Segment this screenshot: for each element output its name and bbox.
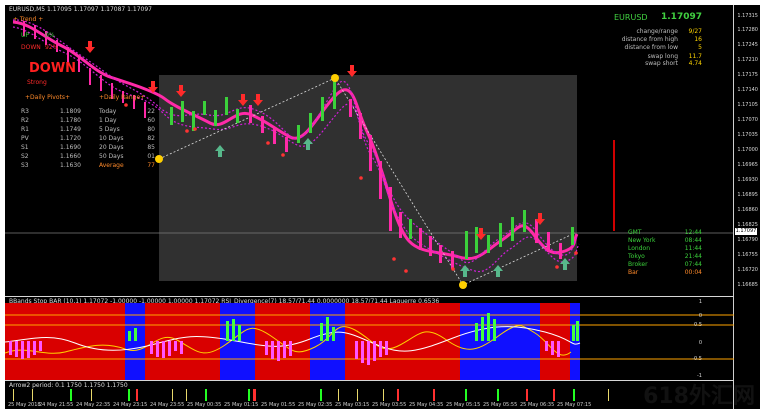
price-tick: 1.17105 <box>737 102 758 108</box>
session-row: Bar 00:04 <box>628 269 702 276</box>
distance-high-label: distance from high <box>621 36 678 43</box>
session-row: London 11:44 <box>628 245 702 252</box>
subpanel-scale-tick: -0.5 <box>692 356 702 362</box>
time-label: 25 May 03:15 <box>335 402 370 408</box>
current-price-tag: 1.17097 <box>735 228 757 235</box>
distance-low-label: distance from low <box>624 44 678 51</box>
symbol-price: 1.17097 <box>661 12 702 22</box>
swap-long-label: swap long <box>647 53 678 60</box>
swing-point-marker <box>459 281 467 289</box>
time-label: 24 May 23:15 <box>113 402 148 408</box>
change-range-label: change/range <box>636 28 678 35</box>
price-tick: 1.16930 <box>737 177 758 183</box>
distance-high-value: 16 <box>694 36 702 43</box>
time-label: 25 May 07:15 <box>557 402 592 408</box>
time-label: 25 May 05:55 <box>483 402 518 408</box>
shaded-session-box <box>159 75 577 281</box>
time-label: 25 May 02:35 <box>298 402 333 408</box>
price-tick: 1.16860 <box>737 207 758 213</box>
price-tick: 1.16720 <box>737 267 758 273</box>
time-label: 25 May 01:55 <box>261 402 296 408</box>
up-label: UP <box>21 32 30 39</box>
session-row: GMT 12:44 <box>628 229 702 236</box>
price-tick: 1.16755 <box>737 252 758 258</box>
range-row: Today 22 <box>99 108 155 115</box>
time-label: 25 May 04:35 <box>409 402 444 408</box>
price-tick: 1.17140 <box>737 87 758 93</box>
time-label: 24 May 22:35 <box>76 402 111 408</box>
pivot-table: R3 1.1809 R2 1.1780 R1 1.1749 PV 1.1720 S1 1.… <box>21 108 81 169</box>
swing-point-marker <box>331 74 339 82</box>
change-range-value: 9/27 <box>688 28 702 35</box>
price-tick: 1.17070 <box>737 117 758 123</box>
session-times-panel: GMT 12:44 New York 08:44 London 11:44 Tokyo… <box>628 229 702 276</box>
bottom-indicator-panel[interactable]: Arrow2 period: 0.1 1750 1.1750 1.1750 <box>5 380 734 401</box>
pivot-row: S2 1.1660 <box>21 153 81 160</box>
time-label: 25 May 05:15 <box>446 402 481 408</box>
symbol-name: EURUSD <box>614 13 648 22</box>
subpanel-scale-tick: 0.5 <box>694 322 702 328</box>
time-label: 25 May 06:35 <box>520 402 555 408</box>
time-axis[interactable]: 25 May 2018 24 May 21:55 24 May 22:35 24… <box>5 400 734 409</box>
price-tick: 1.17315 <box>737 13 758 19</box>
down-label: DOWN <box>21 44 41 51</box>
range-table: Today 22 1 Day 60 5 Days 80 10 Days 82 20 Da… <box>99 108 155 169</box>
price-tick: 1.17245 <box>737 42 758 48</box>
daily-pivots-title: +Daily Pivots+ <box>25 94 70 101</box>
price-tick: 1.17000 <box>737 147 758 153</box>
range-row: 50 Days 01 <box>99 153 155 160</box>
price-tick: 1.16965 <box>737 162 758 168</box>
time-label: 25 May 00:35 <box>187 402 222 408</box>
daily-range-title: +Daily Range+ <box>99 94 146 101</box>
swap-short-value: 4.74 <box>688 60 702 67</box>
price-tick: 1.17210 <box>737 57 758 63</box>
price-scale[interactable]: 1.17315 1.17280 1.17245 1.17210 1.17175 … <box>733 5 760 409</box>
price-tick: 1.16685 <box>737 282 758 288</box>
trend-label: + Trend + <box>13 16 44 23</box>
subpanel-scale-tick: 0 <box>698 313 702 319</box>
bottom-indicator-svg <box>13 389 609 401</box>
down-value: 92% <box>45 44 59 51</box>
range-row: 20 Days 85 <box>99 144 155 151</box>
trading-chart-window: EURUSD,M5 1.17095 1.17097 1.17087 1.1709… <box>5 5 760 409</box>
indicator-svg <box>5 303 734 381</box>
pivot-row: S3 1.1630 <box>21 162 81 169</box>
price-tick: 1.17280 <box>737 27 758 33</box>
time-label: 24 May 23:55 <box>150 402 185 408</box>
left-info-panel: + Trend + UP 0% DOWN 92% DOWN Strong +Da… <box>13 16 163 181</box>
price-tick: 1.16790 <box>737 237 758 243</box>
main-chart[interactable]: + Trend + UP 0% DOWN 92% DOWN Strong +Da… <box>5 5 734 296</box>
distance-low-value: 5 <box>698 44 702 51</box>
pivot-row: S1 1.1690 <box>21 144 81 151</box>
up-value: 0% <box>45 32 55 39</box>
range-row: 10 Days 82 <box>99 135 155 142</box>
subpanel-scale-tick: 1 <box>698 299 702 305</box>
range-row: Average 77 <box>99 162 155 169</box>
range-row: 5 Days 80 <box>99 126 155 133</box>
swap-long-value: 11.7 <box>688 53 702 60</box>
trend-banner: DOWN <box>29 61 77 76</box>
session-row: Tokyo 21:44 <box>628 253 702 260</box>
subpanel-scale: 1 0 0.5 0 -0.5 -1 <box>678 297 704 381</box>
pivot-row: PV 1.1720 <box>21 135 81 142</box>
indicator-subpanel[interactable]: BBands Stop BAR (10,1) 1.17072 -1.00000 … <box>5 296 734 381</box>
session-row: Broker 07:44 <box>628 261 702 268</box>
session-row: New York 08:44 <box>628 237 702 244</box>
pivot-row: R3 1.1809 <box>21 108 81 115</box>
pivot-row: R1 1.1749 <box>21 126 81 133</box>
pivot-row: R2 1.1780 <box>21 117 81 124</box>
range-row: 1 Day 60 <box>99 117 155 124</box>
time-label: 25 May 03:55 <box>372 402 407 408</box>
site-watermark: 618外汇网 <box>643 384 755 409</box>
time-label: 24 May 21:55 <box>39 402 74 408</box>
time-label: 25 May 01:15 <box>224 402 259 408</box>
price-tick: 1.17035 <box>737 132 758 138</box>
swap-short-label: swap short <box>645 60 678 67</box>
trend-strength: Strong <box>27 79 47 86</box>
subpanel-scale-tick: 0 <box>698 340 702 346</box>
price-tick: 1.16895 <box>737 192 758 198</box>
time-label: 25 May 2018 <box>8 402 41 408</box>
price-tick: 1.17175 <box>737 72 758 78</box>
